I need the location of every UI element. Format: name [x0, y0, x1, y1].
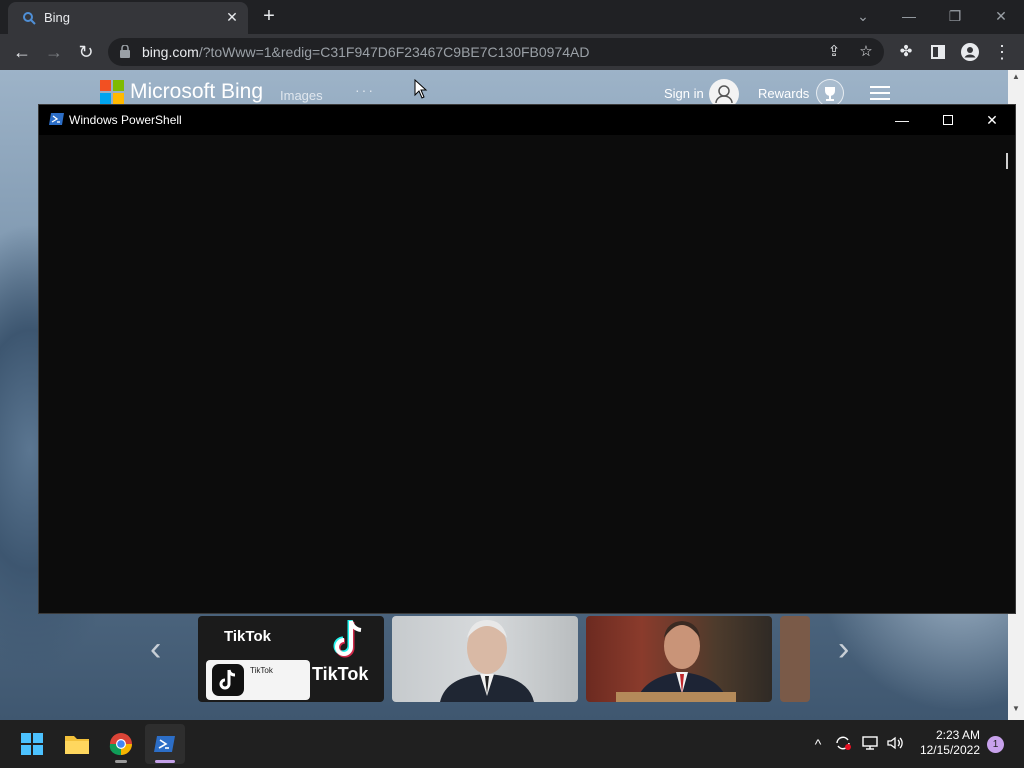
powershell-maximize-icon[interactable] [925, 105, 971, 135]
tab-close-icon[interactable]: ✕ [224, 9, 240, 25]
share-icon[interactable]: ⇪ [824, 42, 844, 62]
back-icon[interactable]: ← [8, 38, 36, 66]
url-text: bing.com/?toWww=1&redig=C31F947D6F23467C… [142, 44, 590, 60]
tiktok-logo-icon [333, 620, 362, 658]
powershell-close-icon[interactable]: ✕ [969, 105, 1015, 135]
minimize-icon[interactable]: — [886, 4, 932, 28]
address-bar[interactable]: bing.com/?toWww=1&redig=C31F947D6F23467C… [108, 38, 884, 66]
nav-more[interactable]: ··· [355, 82, 375, 98]
chrome-icon [109, 733, 132, 756]
bing-brand-text: Microsoft Bing [130, 80, 264, 103]
powershell-window[interactable]: Windows PowerShell — ✕ [38, 104, 1016, 614]
news-card-tiktok[interactable]: TikTok TikTok TikTok [198, 616, 384, 702]
news-photo-speaker [616, 621, 736, 702]
browser-toolbar: ← → ↻ bing.com/?toWww=1&redig=C31F947D6F… [0, 34, 1024, 70]
powershell-taskbar-icon [154, 736, 175, 752]
trophy-icon[interactable] [816, 79, 844, 107]
tab-bing[interactable]: Bing ✕ [8, 2, 248, 34]
carousel-prev-icon[interactable]: ‹ [150, 630, 161, 669]
search-icon [23, 12, 36, 25]
mouse-cursor-icon [414, 79, 428, 99]
close-icon[interactable]: ✕ [978, 4, 1024, 28]
folder-icon [65, 736, 89, 754]
taskbar-powershell[interactable] [145, 724, 185, 764]
url-domain: bing.com [142, 44, 199, 60]
lock-icon [120, 45, 130, 58]
powershell-icon [49, 113, 64, 125]
restore-icon[interactable]: ❐ [932, 4, 978, 28]
taskbar-clock[interactable]: 2:23 AM 12/15/2022 [910, 728, 980, 758]
powershell-active-indicator [155, 760, 175, 763]
news-card-businessman[interactable] [392, 616, 578, 702]
card-tiktok-label-large: TikTok [312, 664, 369, 684]
taskbar-chrome[interactable] [101, 724, 141, 764]
network-icon[interactable] [860, 734, 880, 754]
sync-icon[interactable] [833, 734, 853, 754]
news-card-politician[interactable] [586, 616, 772, 702]
profile-icon[interactable] [956, 38, 984, 66]
menu-kebab-icon[interactable]: ⋮ [988, 38, 1016, 66]
bookmark-star-icon[interactable]: ☆ [856, 42, 876, 62]
news-photo-man [440, 620, 534, 702]
taskbar: ^ 2:23 AM 12/15/2022 1 [0, 720, 1024, 768]
clock-time: 2:23 AM [935, 728, 980, 742]
rewards-link[interactable]: Rewards [758, 86, 809, 101]
reload-icon[interactable]: ↻ [72, 38, 100, 66]
tiktok-app-listing: TikTok [206, 660, 310, 700]
powershell-scrollbar[interactable] [999, 135, 1015, 613]
windows-logo-icon [21, 733, 43, 755]
extensions-icon[interactable]: ✤ [892, 38, 920, 66]
clock-date: 12/15/2022 [919, 743, 980, 757]
powershell-console[interactable] [39, 135, 1015, 613]
nav-images[interactable]: Images [280, 88, 323, 103]
new-tab-button[interactable]: + [258, 6, 280, 28]
microsoft-logo-icon [100, 80, 124, 104]
hamburger-menu-icon[interactable] [870, 86, 890, 100]
powershell-minimize-icon[interactable]: — [879, 105, 925, 135]
start-button[interactable] [12, 724, 52, 764]
desktop-screen: Bing ✕ + ⌄ — ❐ ✕ ← → ↻ bing.com/?toWww=1… [0, 0, 1024, 768]
volume-icon[interactable] [885, 734, 905, 754]
chrome-running-indicator [115, 760, 127, 763]
tiktok-app-icon [212, 664, 244, 696]
carousel-next-icon[interactable]: › [838, 630, 849, 669]
sign-in-link[interactable]: Sign in [664, 86, 704, 101]
tiktok-app-name: TikTok [250, 666, 273, 675]
forward-icon[interactable]: → [40, 38, 68, 66]
notification-badge[interactable]: 1 [987, 736, 1004, 753]
scroll-up-icon[interactable]: ▲ [1008, 72, 1024, 81]
scroll-down-icon[interactable]: ▼ [1008, 704, 1024, 713]
tab-search-icon[interactable]: ⌄ [840, 4, 886, 28]
powershell-title-bar[interactable]: Windows PowerShell — ✕ [39, 105, 1015, 135]
card-tiktok-label: TikTok [224, 628, 271, 645]
side-panel-icon[interactable] [924, 38, 952, 66]
tab-title: Bing [44, 10, 71, 25]
news-card-partial[interactable] [780, 616, 810, 702]
powershell-scroll-thumb[interactable] [1006, 153, 1008, 169]
powershell-title: Windows PowerShell [69, 113, 182, 127]
url-path: /?toWww=1&redig=C31F947D6F23467C9BE7C130… [198, 44, 590, 60]
tray-overflow-chevron-icon[interactable]: ^ [808, 734, 828, 754]
browser-tab-strip: Bing ✕ + ⌄ — ❐ ✕ [0, 0, 1024, 34]
taskbar-file-explorer[interactable] [57, 724, 97, 764]
